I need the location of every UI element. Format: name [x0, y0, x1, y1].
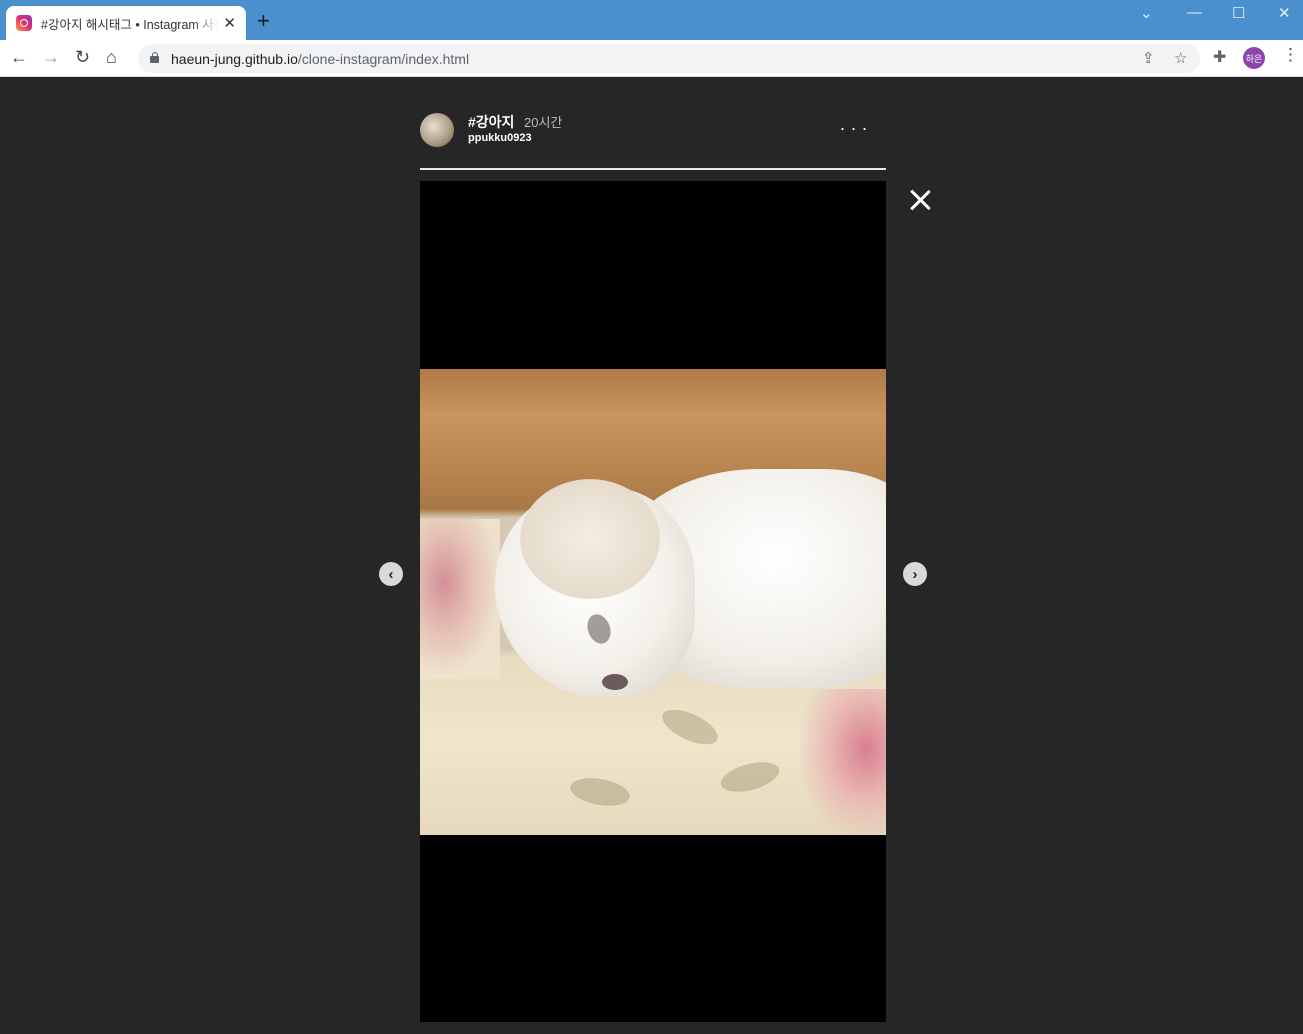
share-icon[interactable]: ⇪ — [1142, 49, 1155, 67]
floral-pattern — [800, 689, 886, 835]
minimize-button[interactable]: — — [1187, 4, 1202, 21]
browser-tab[interactable]: #강아지 해시태그 • Instagram 사진 및 동영상 ✕ — [6, 6, 246, 40]
kebab-menu-icon[interactable]: ⋮ — [1282, 46, 1299, 63]
dog-nose — [602, 674, 628, 690]
dog-ear — [520, 479, 660, 599]
new-tab-button[interactable]: + — [257, 8, 270, 34]
leaf-pattern — [717, 756, 783, 798]
avatar[interactable] — [420, 113, 454, 147]
address-bar[interactable]: haeun-jung.github.io/clone-instagram/ind… — [138, 44, 1200, 73]
profile-avatar[interactable]: 하은 — [1243, 47, 1265, 69]
story-header: #강아지 20시간 ppukku0923 ... — [420, 108, 886, 168]
close-window-button[interactable]: ✕ — [1278, 4, 1291, 22]
tab-close-icon[interactable]: ✕ — [223, 14, 236, 32]
browser-toolbar: ← → ↻ ⌂ haeun-jung.github.io/clone-insta… — [0, 40, 1303, 77]
leaf-pattern — [657, 702, 723, 752]
close-icon[interactable] — [904, 184, 936, 216]
tab-search-icon[interactable]: ⌄ — [1140, 4, 1153, 22]
story-frame — [420, 181, 886, 1022]
more-options-icon[interactable]: ... — [840, 114, 873, 135]
next-story-button[interactable]: › — [903, 562, 927, 586]
story-progress-bar — [420, 168, 886, 170]
prev-story-button[interactable]: ‹ — [379, 562, 403, 586]
story-hashtag[interactable]: #강아지 — [468, 112, 514, 132]
tab-title: #강아지 해시태그 • Instagram 사진 및 동영상 — [41, 17, 219, 32]
reload-icon[interactable]: ↻ — [75, 47, 90, 68]
star-icon[interactable]: ☆ — [1174, 49, 1187, 67]
floral-pattern — [420, 519, 500, 679]
url-text[interactable]: haeun-jung.github.io/clone-instagram/ind… — [171, 51, 469, 67]
puzzle-icon[interactable]: ✚ — [1213, 47, 1226, 67]
browser-titlebar: #강아지 해시태그 • Instagram 사진 및 동영상 ✕ + ⌄ — ☐… — [0, 0, 1303, 40]
lock-icon[interactable] — [150, 52, 159, 63]
leaf-pattern — [568, 773, 632, 811]
arrow-right-icon[interactable]: → — [42, 47, 60, 68]
instagram-favicon-icon — [16, 15, 32, 31]
arrow-left-icon[interactable]: ← — [10, 47, 28, 68]
home-icon[interactable]: ⌂ — [106, 47, 117, 68]
maximize-button[interactable]: ☐ — [1232, 4, 1245, 22]
story-username[interactable]: ppukku0923 — [468, 132, 532, 144]
story-image — [420, 369, 886, 835]
story-time: 20시간 — [524, 115, 563, 130]
